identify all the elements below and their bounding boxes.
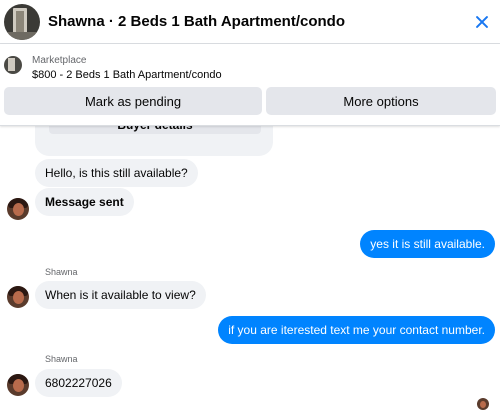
buyer-details-button[interactable]: Buyer details — [49, 126, 261, 134]
message-thread[interactable]: Buyer details Hello, is this still avail… — [0, 126, 500, 416]
avatar[interactable] — [7, 198, 29, 220]
avatar[interactable] — [7, 286, 29, 308]
sender-name: Shawna — [45, 267, 78, 277]
marketplace-label: Marketplace — [32, 55, 87, 66]
incoming-message[interactable]: Hello, is this still available? — [35, 159, 198, 187]
close-icon[interactable] — [472, 12, 492, 32]
listing-panel: Marketplace $800 - 2 Beds 1 Bath Apartme… — [0, 44, 500, 126]
incoming-message[interactable]: 6802227026 — [35, 369, 122, 397]
conversation-header: Shawna · 2 Beds 1 Bath Apartment/condo — [0, 0, 500, 44]
sender-name: Shawna — [45, 354, 78, 364]
outgoing-message[interactable]: if you are iterested text me your contac… — [218, 316, 495, 344]
outgoing-message[interactable]: yes it is still available. — [360, 230, 495, 258]
listing-avatar[interactable] — [4, 3, 40, 40]
seen-avatar — [477, 398, 489, 410]
incoming-message[interactable]: When is it available to view? — [35, 281, 206, 309]
more-options-button[interactable]: More options — [266, 87, 496, 115]
listing-title[interactable]: $800 - 2 Beds 1 Bath Apartment/condo — [32, 69, 222, 81]
mark-as-pending-button[interactable]: Mark as pending — [4, 87, 262, 115]
avatar[interactable] — [7, 374, 29, 396]
incoming-message[interactable]: Message sent — [35, 188, 134, 216]
conversation-title[interactable]: Shawna · 2 Beds 1 Bath Apartment/condo — [48, 13, 345, 30]
buyer-details-card: Buyer details — [35, 126, 273, 156]
listing-thumbnail[interactable] — [4, 56, 22, 74]
